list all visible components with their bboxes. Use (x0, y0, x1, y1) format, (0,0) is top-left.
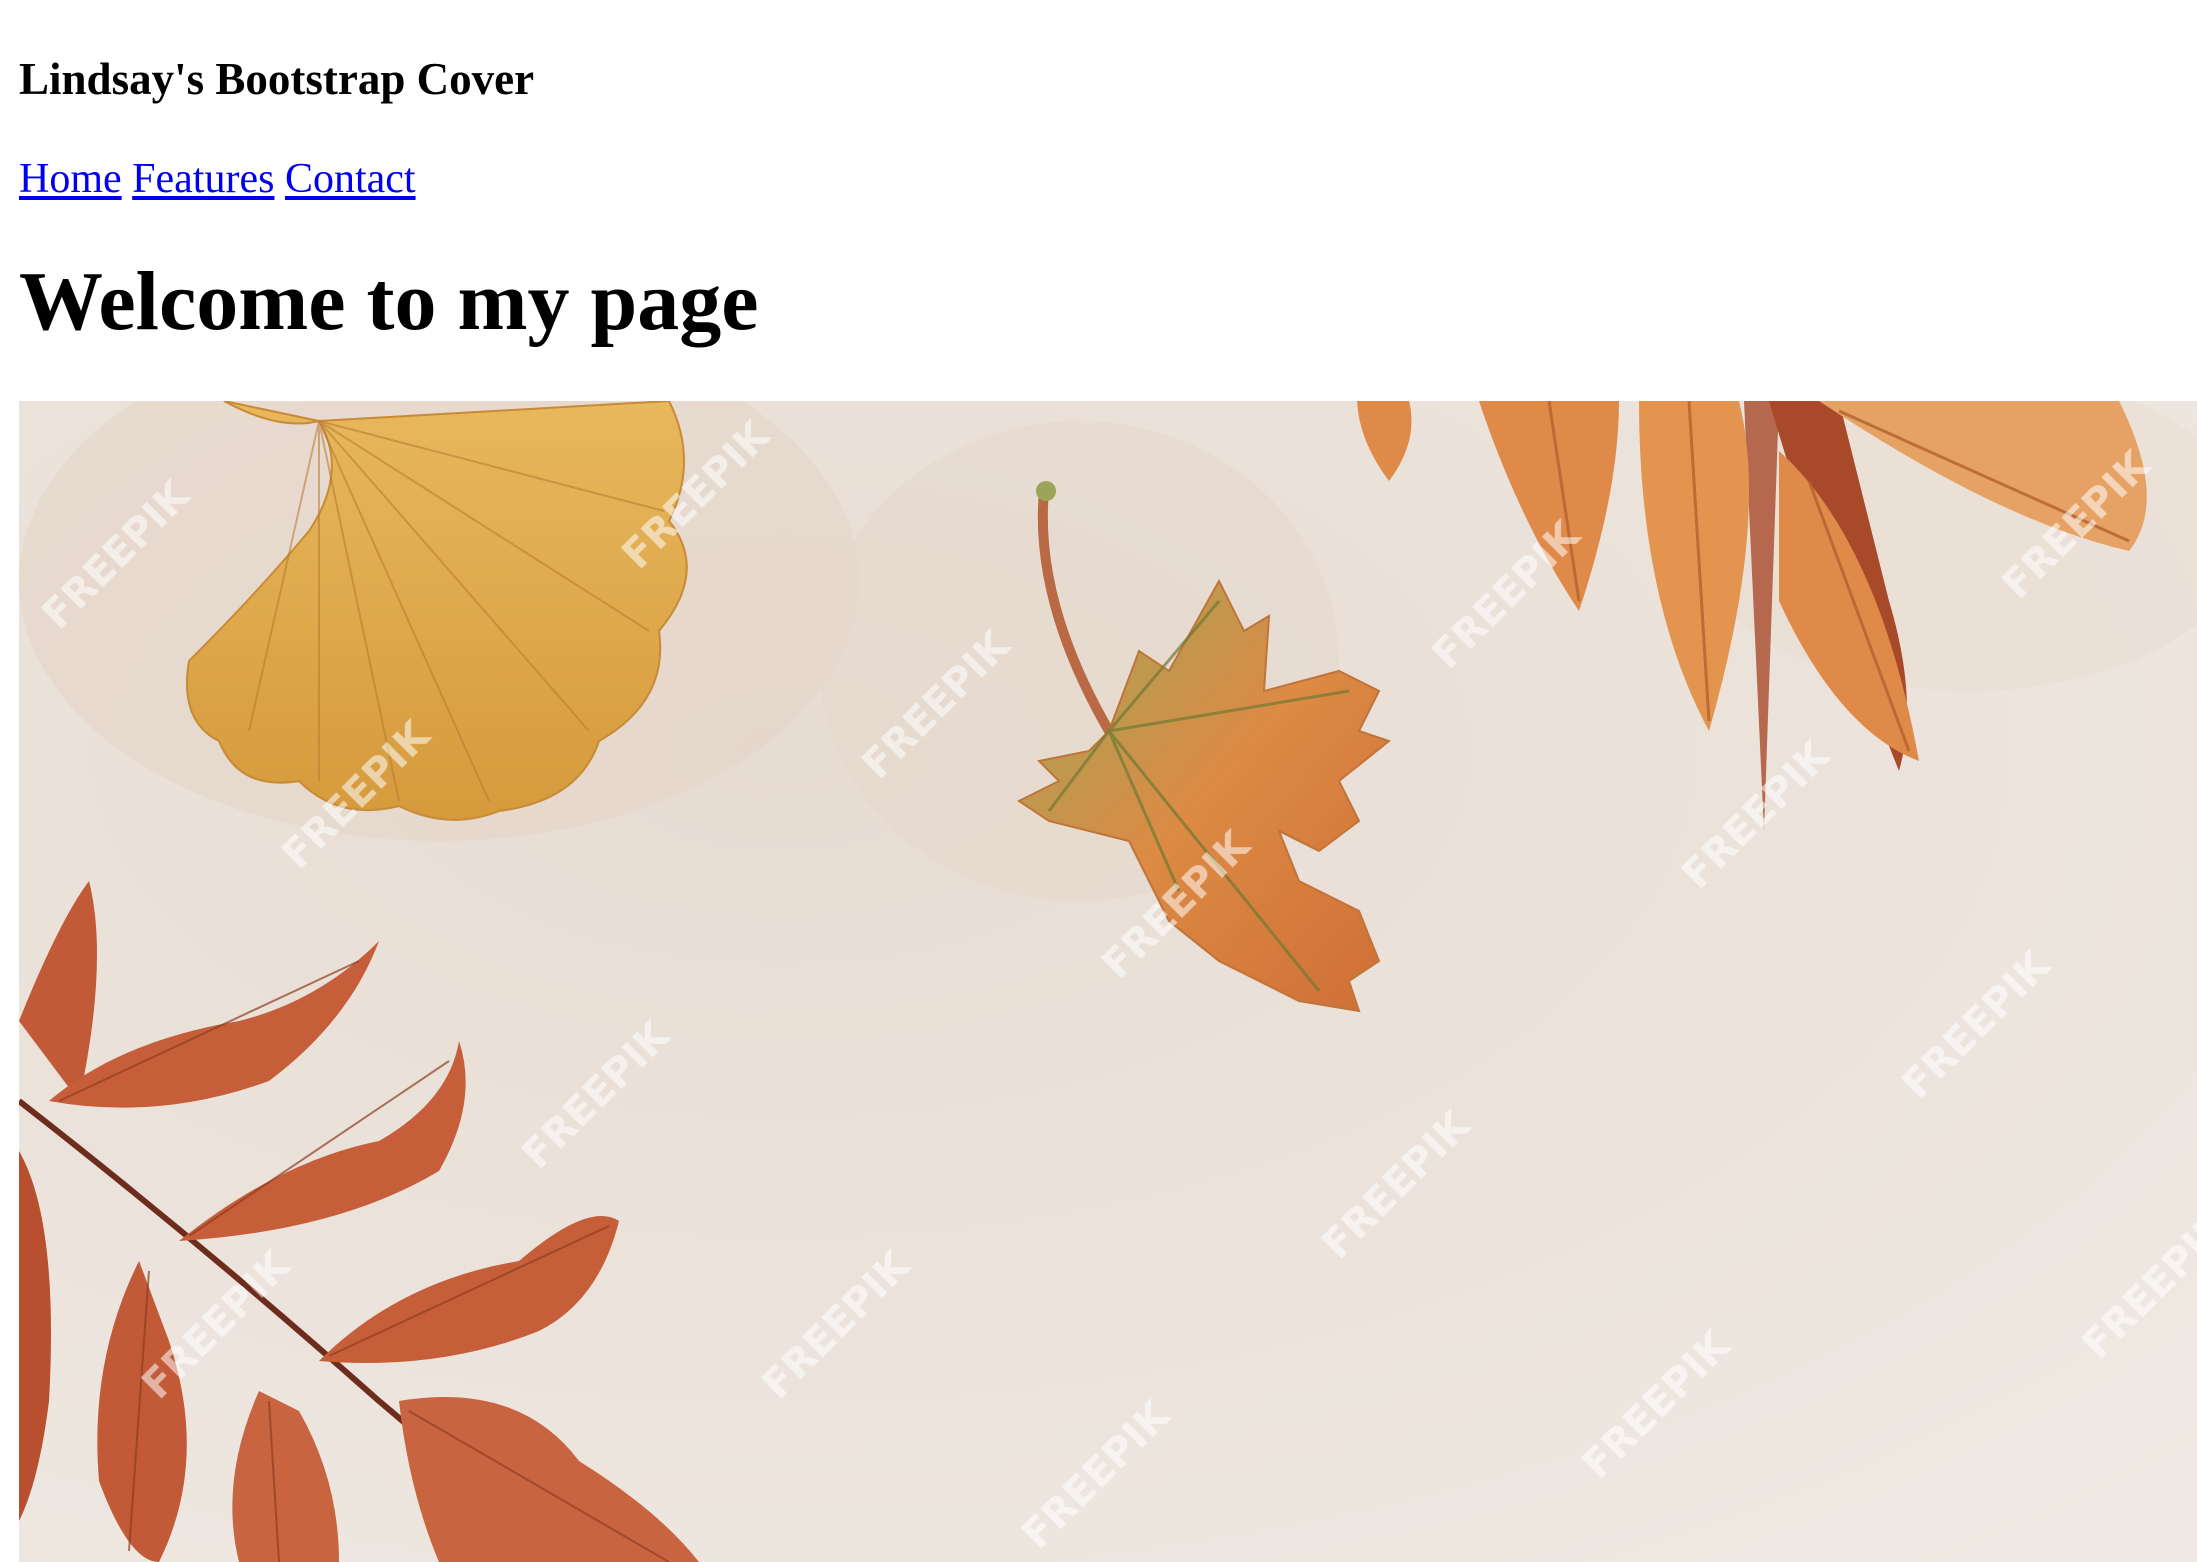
nav-link-home[interactable]: Home (19, 156, 122, 202)
nav-link-features[interactable]: Features (132, 156, 274, 202)
autumn-leaves-illustration: FREEPIK FREEPIK FREEPIK FREEPIK FREEPIK … (19, 401, 2197, 1562)
autumn-leaves-image: FREEPIK FREEPIK FREEPIK FREEPIK FREEPIK … (19, 401, 2197, 1562)
page: Lindsay's Bootstrap Cover Home Features … (0, 0, 2197, 1562)
main-nav: Home Features Contact (19, 154, 416, 204)
nav-link-contact[interactable]: Contact (285, 156, 416, 202)
site-title: Lindsay's Bootstrap Cover (19, 54, 535, 104)
page-heading: Welcome to my page (19, 255, 759, 348)
